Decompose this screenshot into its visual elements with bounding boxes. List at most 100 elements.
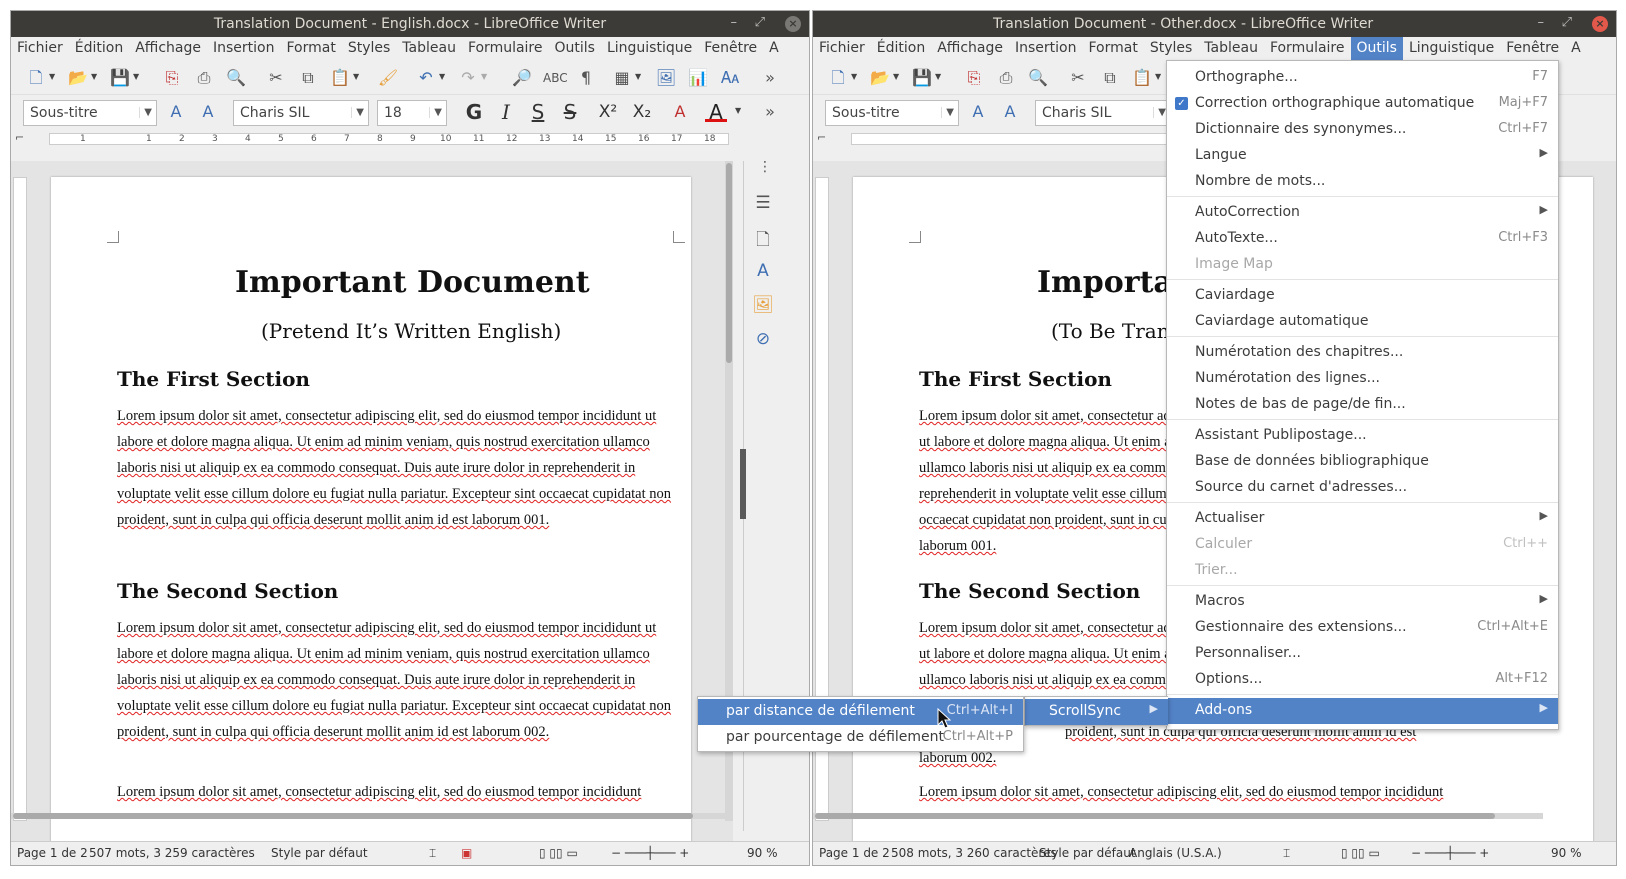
insert-mode-icon[interactable]: ⌶ <box>1283 846 1290 861</box>
zoom-slider[interactable]: − ───┼─── + <box>1411 846 1489 860</box>
paragraph-style-combo[interactable]: Sous-titre ▼ <box>23 100 157 126</box>
menu-formulaire[interactable]: Formulaire <box>462 37 549 61</box>
close-icon[interactable]: × <box>1592 16 1608 32</box>
menu-item-numérotation-des-chapitres[interactable]: Numérotation des chapitres... <box>1167 340 1558 366</box>
menu-item-personnaliser[interactable]: Personnaliser... <box>1167 641 1558 667</box>
update-style-icon[interactable]: A <box>165 102 187 122</box>
menu-item-numérotation-des-lignes[interactable]: Numérotation des lignes... <box>1167 366 1558 392</box>
insert-image-icon[interactable]: 🖼 <box>655 68 677 88</box>
open-folder-icon[interactable]: 📂 <box>869 68 891 88</box>
minimize-icon[interactable]: – <box>1538 15 1545 30</box>
update-style-icon[interactable]: A <box>967 102 989 122</box>
find-replace-icon[interactable]: 🔎 <box>511 68 533 88</box>
menu-item-base-de-données-bibliographique[interactable]: Base de données bibliographique <box>1167 449 1558 475</box>
insert-chart-icon[interactable]: 📊 <box>687 68 709 88</box>
insert-table-icon[interactable]: ▦ <box>611 68 633 88</box>
menu-outils[interactable]: Outils <box>549 37 601 61</box>
page-count[interactable]: Page 1 de 2 <box>819 846 890 860</box>
insert-textbox-icon[interactable]: 🗛 <box>719 68 741 88</box>
tab-stop-icon[interactable]: ⌐ <box>817 131 826 144</box>
menu-format[interactable]: Format <box>1082 37 1143 61</box>
document-page[interactable]: Important Document (Pretend It’s Written… <box>51 177 691 841</box>
font-size-combo[interactable]: 18 ▼ <box>377 100 447 126</box>
menu-affichage[interactable]: Affichage <box>931 37 1009 61</box>
menu-styles[interactable]: Styles <box>342 37 396 61</box>
superscript-icon[interactable]: X² <box>597 102 619 122</box>
menu-edition[interactable]: Édition <box>69 37 129 61</box>
new-document-icon[interactable]: 🗋 <box>827 68 849 88</box>
menu-item-correction-orthographique-automatique[interactable]: ✓ Correction orthographique automatique Ma… <box>1167 91 1558 117</box>
print-preview-icon[interactable]: 🔍 <box>225 68 247 88</box>
save-icon[interactable]: 💾 <box>109 68 131 88</box>
menu-formulaire[interactable]: Formulaire <box>1264 37 1351 61</box>
menu-item-gestionnaire-des-extensions[interactable]: Gestionnaire des extensions... Ctrl+Alt+E <box>1167 615 1558 641</box>
maximize-icon[interactable]: ⤢ <box>1562 15 1572 30</box>
formatting-overflow-icon[interactable]: » <box>759 102 781 122</box>
bold-icon[interactable]: G <box>463 102 485 122</box>
new-style-icon[interactable]: A <box>999 102 1021 122</box>
zoom-level[interactable]: 90 % <box>747 846 778 860</box>
menu-item-options[interactable]: Options... Alt+F12 <box>1167 667 1558 693</box>
menu-item-add-ons[interactable]: Add-ons ▶ <box>1167 698 1558 724</box>
menu-item-caviardage[interactable]: Caviardage <box>1167 283 1558 309</box>
language[interactable]: Anglais (U.S.A.) <box>1129 846 1222 860</box>
styles-icon[interactable]: A <box>752 261 774 283</box>
minimize-icon[interactable]: – <box>731 15 738 30</box>
menu-outils[interactable]: Outils <box>1350 37 1403 61</box>
cut-icon[interactable]: ✂ <box>1067 68 1089 88</box>
tab-stop-icon[interactable]: ⌐ <box>15 131 24 144</box>
maximize-icon[interactable]: ⤢ <box>755 15 765 30</box>
menu-insertion[interactable]: Insertion <box>207 37 280 61</box>
navigator-icon[interactable]: ⊘ <box>752 329 774 351</box>
chevron-down-icon[interactable]: ▼ <box>429 107 442 118</box>
menu-item-actualiser[interactable]: Actualiser ▶ <box>1167 506 1558 532</box>
menu-item-notes-de-bas-de-page-de-fin[interactable]: Notes de bas de page/de fin... <box>1167 392 1558 418</box>
underline-icon[interactable]: S <box>527 102 549 122</box>
menu-tableau[interactable]: Tableau <box>1198 37 1264 61</box>
menu-linguistique[interactable]: Linguistique <box>601 37 698 61</box>
horizontal-scrollbar[interactable] <box>11 813 725 819</box>
menu-fenetre[interactable]: Fenêtre <box>1500 37 1565 61</box>
font-color-icon[interactable]: A <box>705 102 727 122</box>
save-icon[interactable]: 💾 <box>911 68 933 88</box>
undo-icon[interactable]: ↶ <box>415 68 437 88</box>
menu-item-nombre-de-mots[interactable]: Nombre de mots... <box>1167 169 1558 195</box>
word-count[interactable]: 508 mots, 3 260 caractères <box>891 846 1057 860</box>
menu-linguistique[interactable]: Linguistique <box>1403 37 1500 61</box>
page-count[interactable]: Page 1 de 2 <box>17 846 88 860</box>
subscript-icon[interactable]: X₂ <box>631 102 653 122</box>
print-icon[interactable]: ⎙ <box>995 68 1017 88</box>
chevron-down-icon[interactable]: ▼ <box>139 107 152 118</box>
menu-item-orthographe[interactable]: Orthographe... F7 <box>1167 65 1558 91</box>
menu-aide[interactable]: A <box>1565 37 1587 61</box>
menu-insertion[interactable]: Insertion <box>1009 37 1082 61</box>
word-count[interactable]: 507 mots, 3 259 caractères <box>89 846 255 860</box>
menu-edition[interactable]: Édition <box>871 37 931 61</box>
toolbar-overflow-icon[interactable]: » <box>759 68 781 88</box>
view-layout-icon[interactable]: ▯ ▯▯ ▭ <box>539 846 578 860</box>
export-pdf-icon[interactable]: ⎘ <box>963 68 985 88</box>
close-icon[interactable]: × <box>785 16 801 32</box>
paragraph-style-combo[interactable]: Sous-titre ▼ <box>825 100 959 126</box>
clear-formatting-icon[interactable]: A <box>669 102 691 122</box>
menu-item-assistant-publipostage[interactable]: Assistant Publipostage... <box>1167 423 1558 449</box>
menu-item-langue[interactable]: Langue ▶ <box>1167 143 1558 169</box>
chevron-down-icon[interactable]: ▼ <box>941 107 954 118</box>
menu-fenetre[interactable]: Fenêtre <box>698 37 763 61</box>
formatting-marks-icon[interactable]: ¶ <box>575 68 597 88</box>
menu-fichier[interactable]: Fichier <box>11 37 69 61</box>
zoom-level[interactable]: 90 % <box>1551 846 1582 860</box>
cut-icon[interactable]: ✂ <box>265 68 287 88</box>
zoom-slider[interactable]: − ───┼─── + <box>611 846 689 860</box>
font-name-combo[interactable]: Charis SIL ▼ <box>233 100 369 126</box>
horizontal-scrollbar[interactable] <box>813 813 1543 819</box>
menu-item-caviardage-automatique[interactable]: Caviardage automatique <box>1167 309 1558 335</box>
strikethrough-icon[interactable]: S <box>559 102 581 122</box>
menu-item-scrollsync[interactable]: ScrollSync ▶ <box>1025 699 1168 725</box>
menu-item-scroll-by-percentage[interactable]: par pourcentage de défilement Ctrl+Alt+P <box>698 725 1023 751</box>
menu-item-dictionnaire-des-synonymes[interactable]: Dictionnaire des synonymes... Ctrl+F7 <box>1167 117 1558 143</box>
open-folder-icon[interactable]: 📂 <box>67 68 89 88</box>
print-preview-icon[interactable]: 🔍 <box>1027 68 1049 88</box>
clone-formatting-icon[interactable]: 🖌 <box>377 68 399 88</box>
page-style[interactable]: Style par défaut <box>271 846 368 860</box>
